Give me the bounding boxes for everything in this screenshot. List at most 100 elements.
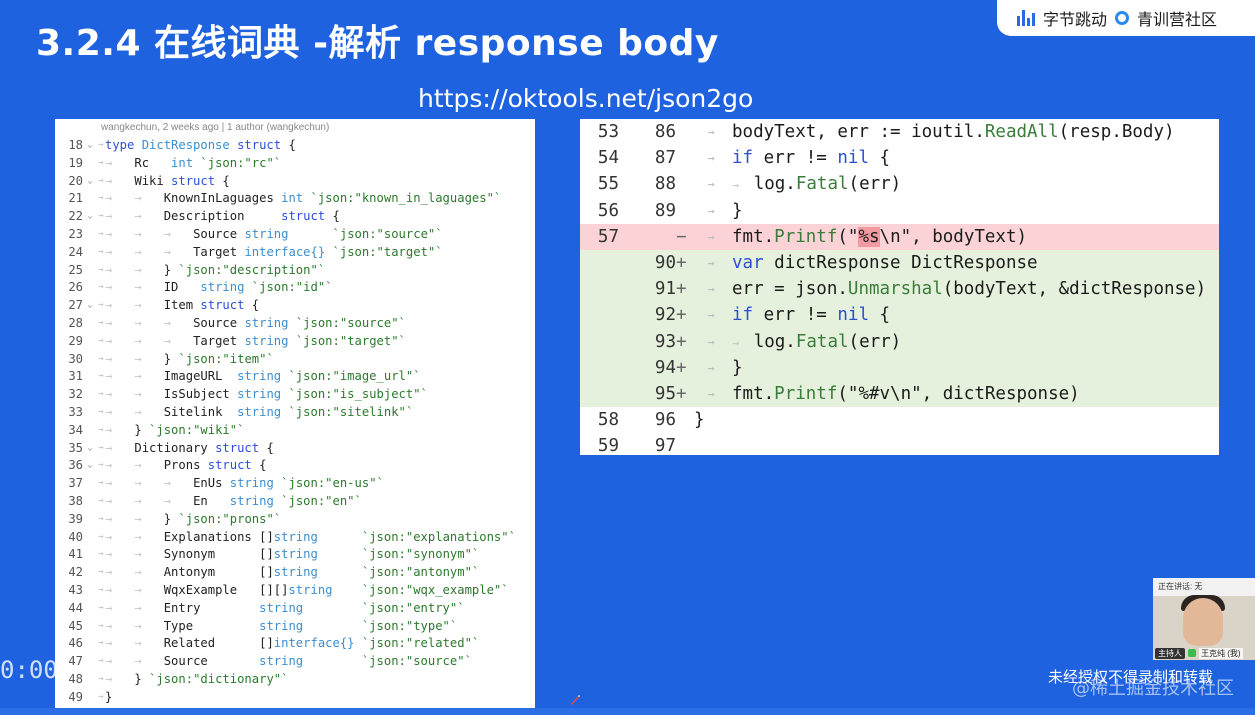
diff-line: 54 87 → if err != nil { [580, 145, 1219, 171]
line-number: 34 [68, 422, 83, 437]
tab-arrow-icon: → [98, 531, 104, 542]
tab-arrow-icon: → [98, 424, 104, 435]
code-text: → → IsSubject string `json:"is_subject"` [105, 386, 535, 404]
code-token: \n", bodyText) [879, 226, 1028, 247]
code-token: fmt. [732, 384, 775, 404]
code-line: 39 → → → } `json:"prons"` [55, 511, 535, 529]
fold-chevron-icon[interactable]: ⌄ [83, 457, 97, 475]
indent-arrow-icon: → [105, 173, 135, 188]
code-text: → → ID string `json:"id"` [105, 279, 535, 297]
indent-arrow-icon: → [105, 636, 135, 651]
fold-gutter [83, 244, 97, 262]
code-line: 24 → → → → Target interface{} `json:"targe… [55, 244, 535, 262]
old-line-number: 55 [597, 174, 619, 195]
indent-arrow-icon: → [105, 671, 135, 686]
code-token: Rc [134, 155, 172, 170]
code-token: Description [163, 209, 282, 224]
left-code-panel: wangkechun, 2 weeks ago | 1 author (wang… [55, 119, 535, 710]
tab-arrow-icon: → [707, 256, 715, 270]
tab-arrow-icon: → [98, 495, 104, 506]
code-line: 42 → → → Antonym []string `json:"antonym"` [55, 564, 535, 582]
fold-gutter [83, 351, 97, 369]
pen-icon[interactable] [569, 694, 581, 706]
code-text: → → Sitelink string `json:"sitelink"` [105, 404, 535, 422]
diff-line-added: 94 + →} [580, 354, 1219, 381]
indent-arrow-icon: → [134, 458, 164, 473]
code-token: `json:"explanations"` [361, 529, 516, 544]
indent-arrow-icon: → [134, 529, 164, 544]
code-text: fmt.Printf("%s\n", bodyText) [732, 224, 1219, 250]
fold-chevron-icon[interactable]: ⌄ [83, 297, 97, 315]
tab-arrow-icon: → [98, 460, 104, 471]
line-number: 30 [68, 351, 83, 366]
speaker-info: 主持人 王克纯 (我) [1153, 646, 1255, 660]
code-token: [] [259, 636, 274, 651]
new-line-number: 94 [654, 357, 676, 378]
speaker-video[interactable]: 正在讲话: 无 主持人 王克纯 (我) [1153, 578, 1255, 660]
code-token: string [237, 369, 289, 384]
code-token: } [163, 511, 179, 526]
code-token: (resp.Body) [1058, 122, 1175, 142]
code-text: → → → Source string `json:"source"` [105, 315, 535, 333]
indent-arrow-icon: → [134, 636, 164, 651]
code-token: string [259, 618, 362, 633]
code-token: { [266, 440, 274, 455]
fold-chevron-icon[interactable]: ⌄ [83, 208, 97, 226]
new-line-number [619, 224, 676, 250]
code-token: WqxExample [163, 582, 260, 597]
indent-arrow-icon: → [105, 600, 135, 615]
tab-arrow-icon: → [98, 228, 104, 239]
code-token: string [237, 387, 289, 402]
code-line: 20 ⌄ → → Wiki struct { [55, 173, 535, 191]
diff-line: 53 86 → bodyText, err := ioutil.ReadAll(res… [580, 119, 1219, 145]
code-text: → → → Source string `json:"source"` [105, 226, 535, 244]
code-token: struct [237, 138, 289, 152]
code-token: [] [259, 565, 274, 580]
fold-gutter [83, 564, 97, 582]
indent-arrow-icon: → [134, 654, 164, 669]
code-token: Printf [774, 226, 838, 247]
code-token: `json:"en-us"` [281, 476, 384, 491]
tab-arrow-icon: → [98, 389, 104, 400]
tab-arrow-icon: → [707, 387, 715, 401]
indent-arrow-icon: → [134, 209, 164, 224]
brand-logo-2: 青训营社区 [1137, 10, 1218, 29]
indent-arrow-icon: → [163, 315, 194, 330]
code-text: → → KnownInLaguages int `json:"known_in_… [105, 190, 535, 208]
code-token: nil [837, 148, 880, 169]
code-token: `json:"en"` [281, 493, 362, 508]
code-token: } [105, 689, 113, 704]
tab-arrow-icon: → [98, 282, 104, 293]
tab-arrow-icon: → [98, 620, 104, 631]
indent-arrow-icon: → [105, 440, 135, 455]
code-text: } [105, 689, 535, 707]
code-token: interface{} [244, 244, 333, 259]
line-number: 41 [68, 547, 83, 562]
fold-gutter [83, 386, 97, 404]
old-line-number [580, 276, 619, 302]
code-token: KnownInLaguages [163, 191, 282, 206]
tab-arrow-icon: → [98, 406, 104, 417]
indent-arrow-icon: → [163, 333, 194, 348]
diff-sign [676, 433, 690, 455]
code-token: `json:"wqx_example"` [361, 582, 509, 597]
diff-line-added: 92 + → if err != nil { [580, 302, 1219, 329]
code-text: → → Source string `json:"source"` [105, 653, 535, 671]
code-line: 45 → → → Type string `json:"type"` [55, 618, 535, 636]
code-token: `json:"target"` [295, 333, 406, 348]
fold-chevron-icon[interactable]: ⌄ [83, 440, 97, 458]
indent-arrow-icon: → [134, 298, 164, 313]
fold-gutter [83, 653, 97, 671]
time-readout: 0:00 [0, 656, 58, 684]
rights-notice: 未经授权不得录制和转载 [1048, 668, 1214, 686]
code-token: `json:"item"` [178, 351, 274, 366]
fold-chevron-icon[interactable]: ⌄ [83, 137, 97, 155]
code-token: nil [837, 305, 880, 326]
code-token: `json:"rc"` [200, 155, 282, 170]
code-token: string [273, 565, 362, 580]
code-text: bodyText, err := ioutil.ReadAll(resp.Bod… [732, 119, 1219, 145]
new-line-number: 95 [654, 384, 676, 404]
fold-chevron-icon[interactable]: ⌄ [83, 173, 97, 191]
code-token: { [879, 148, 891, 169]
line-number: 39 [68, 511, 83, 526]
